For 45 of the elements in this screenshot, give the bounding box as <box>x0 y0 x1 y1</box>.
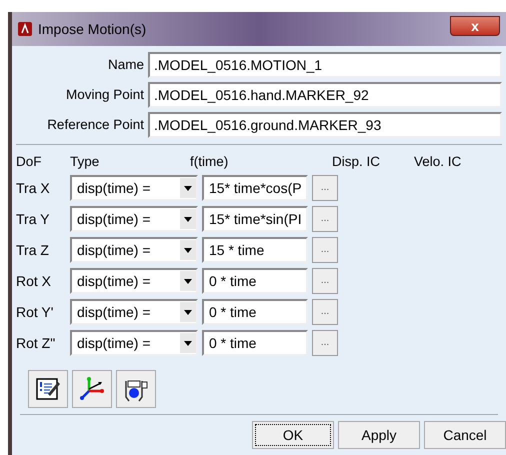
type-dropdown[interactable]: disp(time) = <box>70 299 198 325</box>
text-field[interactable]: .MODEL_0516.hand.MARKER_92 <box>148 82 502 108</box>
text-field[interactable]: .MODEL_0516.ground.MARKER_93 <box>148 112 502 138</box>
browse-button[interactable]: ... <box>312 206 338 232</box>
function-field[interactable]: 0 * time <box>202 330 308 356</box>
dialog-button[interactable]: Cancel <box>424 421 506 449</box>
dof-label: Tra Y <box>16 210 50 228</box>
dof-label: Rot X <box>16 272 52 290</box>
dof-label: Rot Z" <box>16 334 56 352</box>
field-label: Reference Point <box>46 116 145 134</box>
type-dropdown[interactable]: disp(time) = <box>70 330 198 356</box>
function-field[interactable]: 0 * time <box>202 268 308 294</box>
column-header: Disp. IC <box>332 152 382 171</box>
browse-button[interactable]: ... <box>312 175 338 201</box>
function-field[interactable]: 0 * time <box>202 299 308 325</box>
browse-button[interactable]: ... <box>312 299 338 325</box>
toolbar-button[interactable] <box>72 370 112 408</box>
field-label: Name <box>106 56 145 74</box>
column-header: Velo. IC <box>414 152 462 171</box>
column-header: Type <box>70 152 100 171</box>
type-dropdown[interactable]: disp(time) = <box>70 175 198 201</box>
toolbar-button[interactable] <box>116 370 156 408</box>
type-dropdown[interactable]: disp(time) = <box>70 268 198 294</box>
type-dropdown[interactable]: disp(time) = <box>70 237 198 263</box>
dof-label: Tra Z <box>16 240 50 260</box>
function-field[interactable]: 15* time*cos(P <box>202 175 308 201</box>
text-field[interactable]: .MODEL_0516.MOTION_1 <box>148 52 502 78</box>
column-header: f(time) <box>190 152 230 171</box>
app-icon <box>18 22 32 36</box>
column-header: DoF <box>16 152 43 171</box>
close-button[interactable]: x <box>450 16 500 36</box>
toolbar-button[interactable] <box>28 370 68 408</box>
browse-button[interactable]: ... <box>312 330 338 356</box>
axes-icon <box>78 375 106 403</box>
window-title: Impose Motion(s) <box>38 20 146 39</box>
dialog-button[interactable]: OK <box>252 421 334 449</box>
function-field[interactable]: 15* time*sin(PI <box>202 206 308 232</box>
dof-label: Tra X <box>16 178 51 198</box>
dof-label: Rot Y' <box>16 302 54 322</box>
browse-button[interactable]: ... <box>312 237 338 263</box>
type-dropdown[interactable]: disp(time) = <box>70 206 198 232</box>
function-field[interactable]: 15 * time <box>202 237 308 263</box>
browse-button[interactable]: ... <box>312 268 338 294</box>
dialog-button[interactable]: Apply <box>338 421 420 449</box>
field-label: Moving Point <box>64 86 145 104</box>
